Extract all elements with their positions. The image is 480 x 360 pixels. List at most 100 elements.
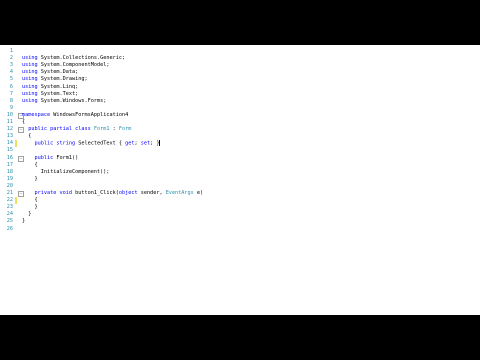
collapse-toggle-icon[interactable]: − bbox=[18, 155, 24, 162]
line-number: 9 bbox=[9, 104, 13, 111]
code-text: InitializeComponent(); bbox=[41, 169, 110, 176]
code-line-10[interactable]: 10− namespace WindowsFormsApplication4 bbox=[0, 112, 480, 119]
code-line-14[interactable]: 14 public string SelectedText { get; set;… bbox=[0, 140, 480, 148]
code-text: { bbox=[28, 133, 31, 140]
line-number: 11 bbox=[6, 119, 13, 125]
collapse-toggle-icon[interactable]: − bbox=[18, 191, 24, 197]
code-text: using System.Linq; bbox=[22, 84, 78, 91]
keyword-token: class bbox=[75, 126, 91, 133]
code-line-21[interactable]: 21− private void button1_Click(object sen… bbox=[0, 190, 480, 197]
code-line-25[interactable]: 25} bbox=[0, 218, 480, 225]
identifier-token: System.Linq; bbox=[37, 83, 79, 90]
change-marker bbox=[15, 197, 17, 205]
identifier-token: sender, bbox=[137, 190, 166, 196]
line-number: 15 bbox=[6, 147, 13, 154]
code-text: } bbox=[34, 176, 37, 183]
identifier-token: ; } bbox=[150, 140, 160, 147]
code-line-7[interactable]: 7 using System.Text; bbox=[0, 91, 480, 98]
identifier-token: WindowsFormsApplication4 bbox=[50, 111, 129, 118]
code-line-2[interactable]: 2 using System.Collections.Generic; bbox=[0, 55, 480, 62]
line-number: 19 bbox=[6, 175, 13, 182]
code-line-3[interactable]: 3 using System.ComponentModel; bbox=[0, 62, 480, 69]
keyword-token: namespace bbox=[22, 111, 51, 118]
line-number: 1 bbox=[9, 48, 13, 54]
code-line-15[interactable]: 15 bbox=[0, 147, 480, 154]
code-text: { bbox=[34, 197, 37, 204]
identifier-token: System.Text; bbox=[37, 90, 79, 97]
code-line-16[interactable]: 16− public Form1() bbox=[0, 155, 480, 162]
code-line-13[interactable]: 13 { bbox=[0, 133, 480, 140]
code-text: { bbox=[34, 162, 37, 169]
line-number: 2 bbox=[9, 55, 13, 62]
code-text: using System.Data; bbox=[22, 69, 78, 76]
line-number: 6 bbox=[9, 83, 13, 90]
line-number: 22 bbox=[6, 197, 13, 204]
collapse-toggle-icon[interactable]: − bbox=[18, 127, 24, 134]
line-number: 16 bbox=[6, 154, 13, 161]
code-line-1[interactable]: 1 bbox=[0, 48, 480, 55]
keyword-token: using bbox=[22, 69, 38, 76]
code-line-18[interactable]: 18 InitializeComponent(); bbox=[0, 169, 480, 176]
code-line-19[interactable]: 19} bbox=[0, 176, 480, 183]
code-text: namespace WindowsFormsApplication4 bbox=[22, 112, 128, 119]
code-text: public partial class Form1 : Form bbox=[28, 126, 131, 133]
type-token: EventArgs bbox=[165, 190, 194, 196]
change-marker bbox=[15, 140, 17, 148]
code-text: using System.Collections.Generic; bbox=[22, 55, 125, 62]
identifier-token: System.Collections.Generic; bbox=[37, 55, 126, 62]
code-line-9[interactable]: 9 bbox=[0, 105, 480, 112]
code-line-6[interactable]: 6 using System.Linq; bbox=[0, 84, 480, 91]
keyword-token: using bbox=[22, 55, 38, 62]
keyword-token: using bbox=[22, 97, 38, 104]
keyword-token: using bbox=[22, 83, 38, 90]
code-line-26[interactable]: 26 bbox=[0, 226, 480, 233]
code-line-22[interactable]: 22 { bbox=[0, 197, 480, 205]
keyword-token: private bbox=[34, 190, 57, 196]
identifier-token: { bbox=[34, 161, 38, 168]
code-line-4[interactable]: 4 using System.Data; bbox=[0, 69, 480, 76]
keyword-token: public bbox=[28, 126, 47, 133]
keyword-token: using bbox=[22, 90, 38, 97]
identifier-token: System.ComponentModel; bbox=[37, 62, 110, 69]
keyword-token: public bbox=[34, 140, 54, 147]
code-line-8[interactable]: 8 using System.Windows.Forms; bbox=[0, 98, 480, 105]
code-text: using System.Drawing; bbox=[22, 76, 88, 83]
code-line-20[interactable]: 20 bbox=[0, 183, 480, 190]
code-line-5[interactable]: 5 using System.Drawing; bbox=[0, 76, 480, 83]
keyword-token: using bbox=[22, 62, 38, 69]
text-caret bbox=[159, 140, 161, 147]
code-editor[interactable]: 1 2 using System.Collections.Generic; 3 usin… bbox=[0, 45, 480, 315]
line-number: 20 bbox=[6, 182, 13, 189]
identifier-token: System.Drawing; bbox=[37, 76, 88, 83]
line-number: 5 bbox=[9, 76, 13, 83]
code-text: { bbox=[22, 119, 25, 126]
code-text: using System.ComponentModel; bbox=[22, 62, 109, 69]
identifier-token: e) bbox=[193, 190, 204, 196]
keyword-token: set bbox=[140, 140, 151, 147]
line-number: 24 bbox=[6, 211, 13, 218]
code-line-12[interactable]: 12− public partial class Form1 : Form bbox=[0, 126, 480, 134]
code-text: using System.Windows.Forms; bbox=[22, 98, 106, 105]
keyword-token: object bbox=[118, 190, 138, 196]
type-token: Form bbox=[118, 126, 132, 133]
identifier-token: } bbox=[34, 204, 38, 211]
line-number: 21 bbox=[6, 190, 13, 196]
line-number: 12 bbox=[6, 126, 13, 133]
identifier-token: : bbox=[109, 126, 119, 133]
code-line-24[interactable]: 24} bbox=[0, 211, 480, 218]
identifier-token: } bbox=[34, 175, 38, 182]
type-token: Form1 bbox=[93, 126, 110, 133]
line-number: 4 bbox=[9, 69, 13, 76]
line-number: 14 bbox=[6, 140, 13, 147]
code-line-11[interactable]: 11 { bbox=[0, 119, 480, 126]
keyword-token: using bbox=[22, 76, 38, 83]
code-line-23[interactable]: 23} bbox=[0, 204, 480, 211]
identifier-token: button1_Click( bbox=[71, 190, 119, 196]
identifier-token: System.Windows.Forms; bbox=[37, 97, 107, 104]
identifier-token: { bbox=[34, 197, 38, 204]
code-line-17[interactable]: 17 { bbox=[0, 162, 480, 169]
keyword-token: string bbox=[56, 140, 76, 147]
identifier-token: } bbox=[28, 211, 32, 218]
identifier-token: Form1() bbox=[53, 154, 79, 161]
line-number: 13 bbox=[6, 133, 13, 140]
